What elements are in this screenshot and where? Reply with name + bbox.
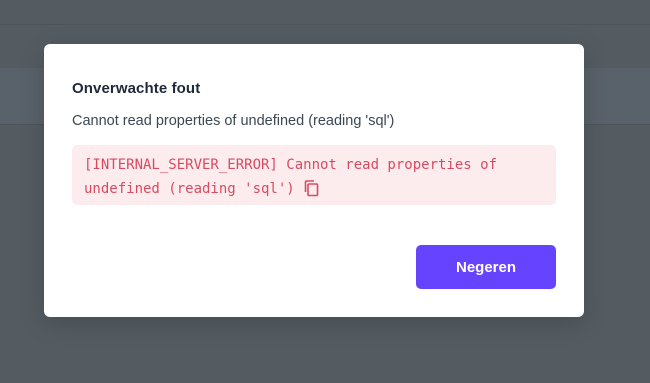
- ignore-button[interactable]: Negeren: [416, 245, 556, 289]
- copy-icon[interactable]: [303, 179, 319, 197]
- error-detail-box: [INTERNAL_SERVER_ERROR] Cannot read prop…: [72, 145, 556, 205]
- dialog-message: Cannot read properties of undefined (rea…: [72, 113, 395, 129]
- error-detail-text[interactable]: [INTERNAL_SERVER_ERROR] Cannot read prop…: [84, 157, 497, 197]
- error-detail-paragraph: [INTERNAL_SERVER_ERROR] Cannot read prop…: [84, 153, 544, 201]
- dialog-title: Onverwachte fout: [72, 80, 201, 97]
- error-dialog: Onverwachte fout Cannot read properties …: [44, 44, 584, 317]
- modal-overlay[interactable]: Onverwachte fout Cannot read properties …: [0, 0, 650, 383]
